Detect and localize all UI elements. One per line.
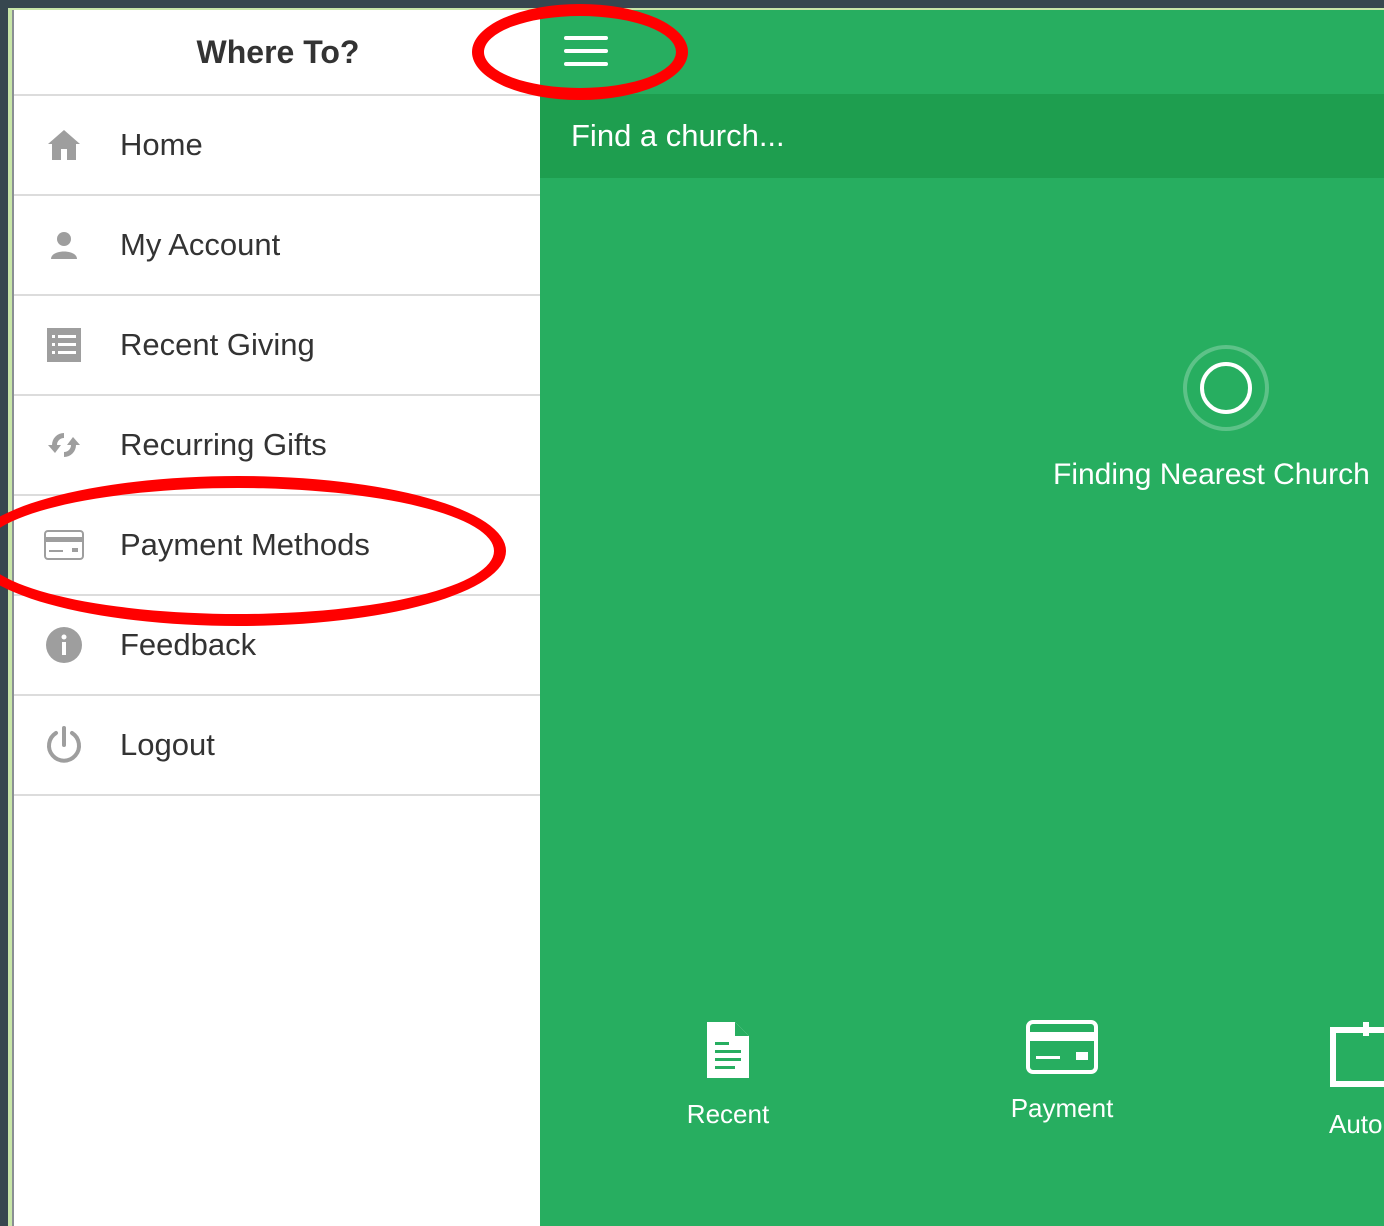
- menu-item-label: Recurring Gifts: [120, 427, 327, 462]
- menu-item-label: Home: [120, 127, 203, 162]
- menu-item-recurring-gifts[interactable]: Recurring Gifts: [14, 396, 542, 496]
- drawer-header: Where To?: [14, 10, 542, 96]
- menu-item-feedback[interactable]: Feedback: [14, 596, 542, 696]
- navigation-drawer: Where To? Home My Account Recent Giving …: [12, 10, 542, 1226]
- list-icon: [44, 325, 84, 365]
- info-icon: [44, 625, 84, 665]
- status-text: Finding Nearest Church: [1053, 458, 1370, 491]
- hamburger-menu-icon[interactable]: [564, 36, 608, 68]
- nav-auto[interactable]: Auto: [1329, 1020, 1384, 1140]
- menu-item-home[interactable]: Home: [14, 96, 542, 196]
- drawer-title: Where To?: [196, 33, 360, 70]
- menu-item-payment-methods[interactable]: Payment Methods: [14, 496, 542, 596]
- power-icon: [44, 725, 84, 765]
- menu-item-label: My Account: [120, 227, 281, 262]
- nav-payment[interactable]: Payment: [1002, 1020, 1122, 1124]
- top-bar: [540, 10, 1384, 94]
- menu-item-label: Logout: [120, 727, 215, 762]
- refresh-icon: [44, 425, 84, 465]
- document-icon: [707, 1022, 749, 1078]
- credit-card-icon: [44, 525, 84, 565]
- nav-label: Payment: [1010, 1093, 1114, 1123]
- home-icon: [44, 125, 84, 165]
- menu-item-label: Recent Giving: [120, 327, 315, 362]
- credit-card-icon: [1026, 1020, 1098, 1074]
- nav-label: Recent: [686, 1099, 770, 1129]
- loading-spinner-icon: [1183, 345, 1269, 431]
- menu-item-label: Payment Methods: [120, 527, 370, 562]
- bottom-navigation: Recent Payment Auto: [540, 1020, 1384, 1170]
- menu-item-my-account[interactable]: My Account: [14, 196, 542, 296]
- calendar-icon: [1330, 1022, 1384, 1087]
- church-search-input[interactable]: [569, 117, 1333, 155]
- menu-item-recent-giving[interactable]: Recent Giving: [14, 296, 542, 396]
- main-panel: Finding Nearest Church Recent Payment Au…: [540, 10, 1384, 1226]
- menu-item-logout[interactable]: Logout: [14, 696, 542, 796]
- search-bar: [540, 94, 1384, 178]
- nav-recent[interactable]: Recent: [683, 1020, 773, 1130]
- menu-item-label: Feedback: [120, 627, 257, 662]
- user-icon: [44, 225, 84, 265]
- nav-label: Auto: [1329, 1109, 1383, 1139]
